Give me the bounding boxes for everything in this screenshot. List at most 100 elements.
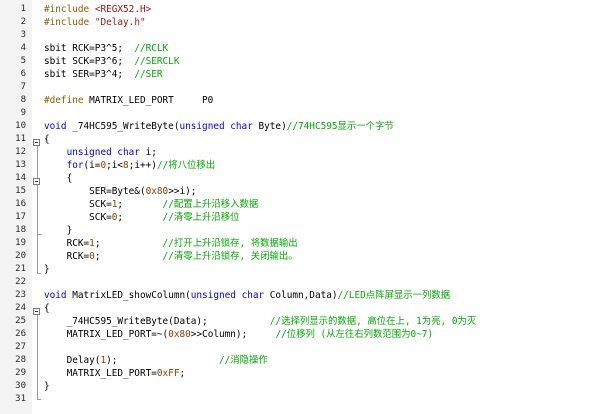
number-token: 0x80 [145,186,169,197]
line-number: 31 [15,394,26,404]
code-token: _74HC595_WriteByte(Data); [44,316,270,327]
code-token: ; [94,238,163,249]
code-text[interactable]: #include <REGX52.H> [44,3,151,16]
comment-token: //清零上升沿锁存, 关闭输出。 [162,251,298,262]
code-line[interactable]: 2 #include "Delay.h" [0,16,602,29]
code-line[interactable]: 18 } [0,224,602,237]
code-line[interactable]: 30} [0,380,602,393]
line-number: 7 [20,82,26,92]
comment-token: //清零上升沿移位 [162,212,240,223]
code-line[interactable]: 4 sbit RCK=P3^5; //RCLK [0,42,602,55]
code-text[interactable]: } [44,263,50,276]
code-text[interactable]: { [44,172,73,185]
code-token: SCK= [44,212,112,223]
code-line[interactable]: 23 void MatrixLED_showColumn(unsigned cha… [0,289,602,302]
code-token: (i= [83,160,101,171]
code-line[interactable]: 6 sbit SER=P3^4; //SER [0,68,602,81]
comment-token: //SER [134,69,163,80]
code-token: RCK= [44,238,90,249]
code-line[interactable]: 28 Delay(1); //消隐操作 [0,354,602,367]
line-number: 20 [15,251,26,261]
code-token: sbit SER=P3^4; [44,69,135,80]
code-text[interactable]: _74HC595_WriteByte(Data); //选择列显示的数据, 高位… [44,315,477,328]
code-line[interactable]: 20 RCK=0; //清零上升沿锁存, 关闭输出。 [0,250,602,263]
code-text[interactable]: SER=Byte&(0x80>>i); [44,185,196,198]
code-text[interactable]: unsigned char i; [44,146,157,159]
keyword-token: for [66,160,84,171]
code-line[interactable]: 14 { [0,172,602,185]
code-line[interactable]: 31 [0,393,602,406]
code-text[interactable]: RCK=0; //清零上升沿锁存, 关闭输出。 [44,250,298,263]
line-number: 15 [15,186,26,196]
code-token: ;i++) [128,160,157,171]
code-text[interactable]: MATRIX_LED_PORT=0xFF; [44,367,186,380]
number-token: 0xFF [156,368,180,379]
code-line[interactable]: 21} [0,263,602,276]
code-token: MATRIX_LED_PORT=~( [44,329,169,340]
code-token: Byte) [252,121,287,132]
code-text[interactable]: sbit SCK=P3^6; //SERCLK [44,55,179,68]
code-line[interactable]: 13 for(i=0;i<8;i++)//将八位移出 [0,159,602,172]
code-token: sbit RCK=P3^5; [44,43,135,54]
code-line[interactable]: 17 SCK=0; //清零上升沿移位 [0,211,602,224]
code-line[interactable]: 3 [0,29,602,42]
code-token: Delay( [44,355,101,366]
line-number: 21 [15,264,26,274]
comment-token: //选择列显示的数据, 高位在上, 1为亮, 0为灭 [269,316,477,327]
code-token: } [44,264,50,275]
code-line[interactable]: 5 sbit SCK=P3^6; //SERCLK [0,55,602,68]
code-token: ); [106,355,219,366]
line-number: 2 [20,17,26,27]
code-editor[interactable]: 1 #include <REGX52.H> 2 #include "Delay.h" 3… [0,0,602,414]
code-token: } [44,225,73,236]
code-line[interactable]: 15 SER=Byte&(0x80>>i); [0,185,602,198]
code-line[interactable]: 27 [0,341,602,354]
code-text[interactable]: { [44,302,50,315]
code-text[interactable]: #define MATRIX_LED_PORT P0 [44,94,213,107]
code-token: MatrixLED_showColumn( [66,290,191,301]
code-text[interactable]: sbit SER=P3^4; //SER [44,68,163,81]
code-text[interactable]: RCK=1; //打开上升沿锁存, 将数据输出 [44,237,298,250]
keyword-token: unsigned char [66,147,140,158]
code-text[interactable]: MATRIX_LED_PORT=~(0x80>>Column); //位移列 (… [44,328,434,341]
code-text[interactable]: #include "Delay.h" [44,16,146,29]
code-line[interactable]: 8 #define MATRIX_LED_PORT P0 [0,94,602,107]
line-number: 30 [15,381,26,391]
keyword-token: unsigned char [190,290,265,301]
code-line[interactable]: 11 { [0,133,602,146]
code-line[interactable]: 26 MATRIX_LED_PORT=~(0x80>>Column); //位移… [0,328,602,341]
code-text[interactable]: } [44,224,73,237]
line-number: 27 [15,342,26,352]
code-text[interactable]: void MatrixLED_showColumn(unsigned char … [44,289,450,302]
code-token: { [44,173,73,184]
code-line[interactable]: 12 unsigned char i; [0,146,602,159]
code-line[interactable]: 10 void _74HC595_WriteByte(unsigned char … [0,120,602,133]
line-number: 25 [15,316,26,326]
code-text[interactable]: void _74HC595_WriteByte(unsigned char By… [44,120,394,133]
code-text[interactable]: sbit RCK=P3^5; //RCLK [44,42,168,55]
preprocessor-token: #include [44,17,95,28]
code-line[interactable]: 7 [0,81,602,94]
code-text[interactable]: Delay(1); //消隐操作 [44,354,268,367]
code-text[interactable]: SCK=0; //清零上升沿移位 [44,211,239,224]
line-number: 10 [15,121,26,131]
line-number: 11 [15,134,26,144]
preprocessor-token: #include [44,4,95,15]
code-text[interactable]: SCK=1; //配置上升沿移入数据 [44,198,258,211]
code-line[interactable]: 1 #include <REGX52.H> [0,3,602,16]
code-token: ;i< [106,160,124,171]
comment-token: //74HC595显示一个字节 [286,121,394,132]
code-text[interactable]: for(i=0;i<8;i++)//将八位移出 [44,159,216,172]
code-line[interactable]: 24 { [0,302,602,315]
code-text[interactable]: } [44,380,50,393]
code-line[interactable]: 16 SCK=1; //配置上升沿移入数据 [0,198,602,211]
code-token: RCK= [44,251,90,262]
code-line[interactable]: 29 MATRIX_LED_PORT=0xFF; [0,367,602,380]
code-line[interactable]: 9 [0,107,602,120]
code-line[interactable]: 25 _74HC595_WriteByte(Data); //选择列显示的数据,… [0,315,602,328]
code-line[interactable]: 22 [0,276,602,289]
code-line[interactable]: 19 RCK=1; //打开上升沿锁存, 将数据输出 [0,237,602,250]
line-number: 16 [15,199,26,209]
code-text[interactable]: { [44,133,50,146]
